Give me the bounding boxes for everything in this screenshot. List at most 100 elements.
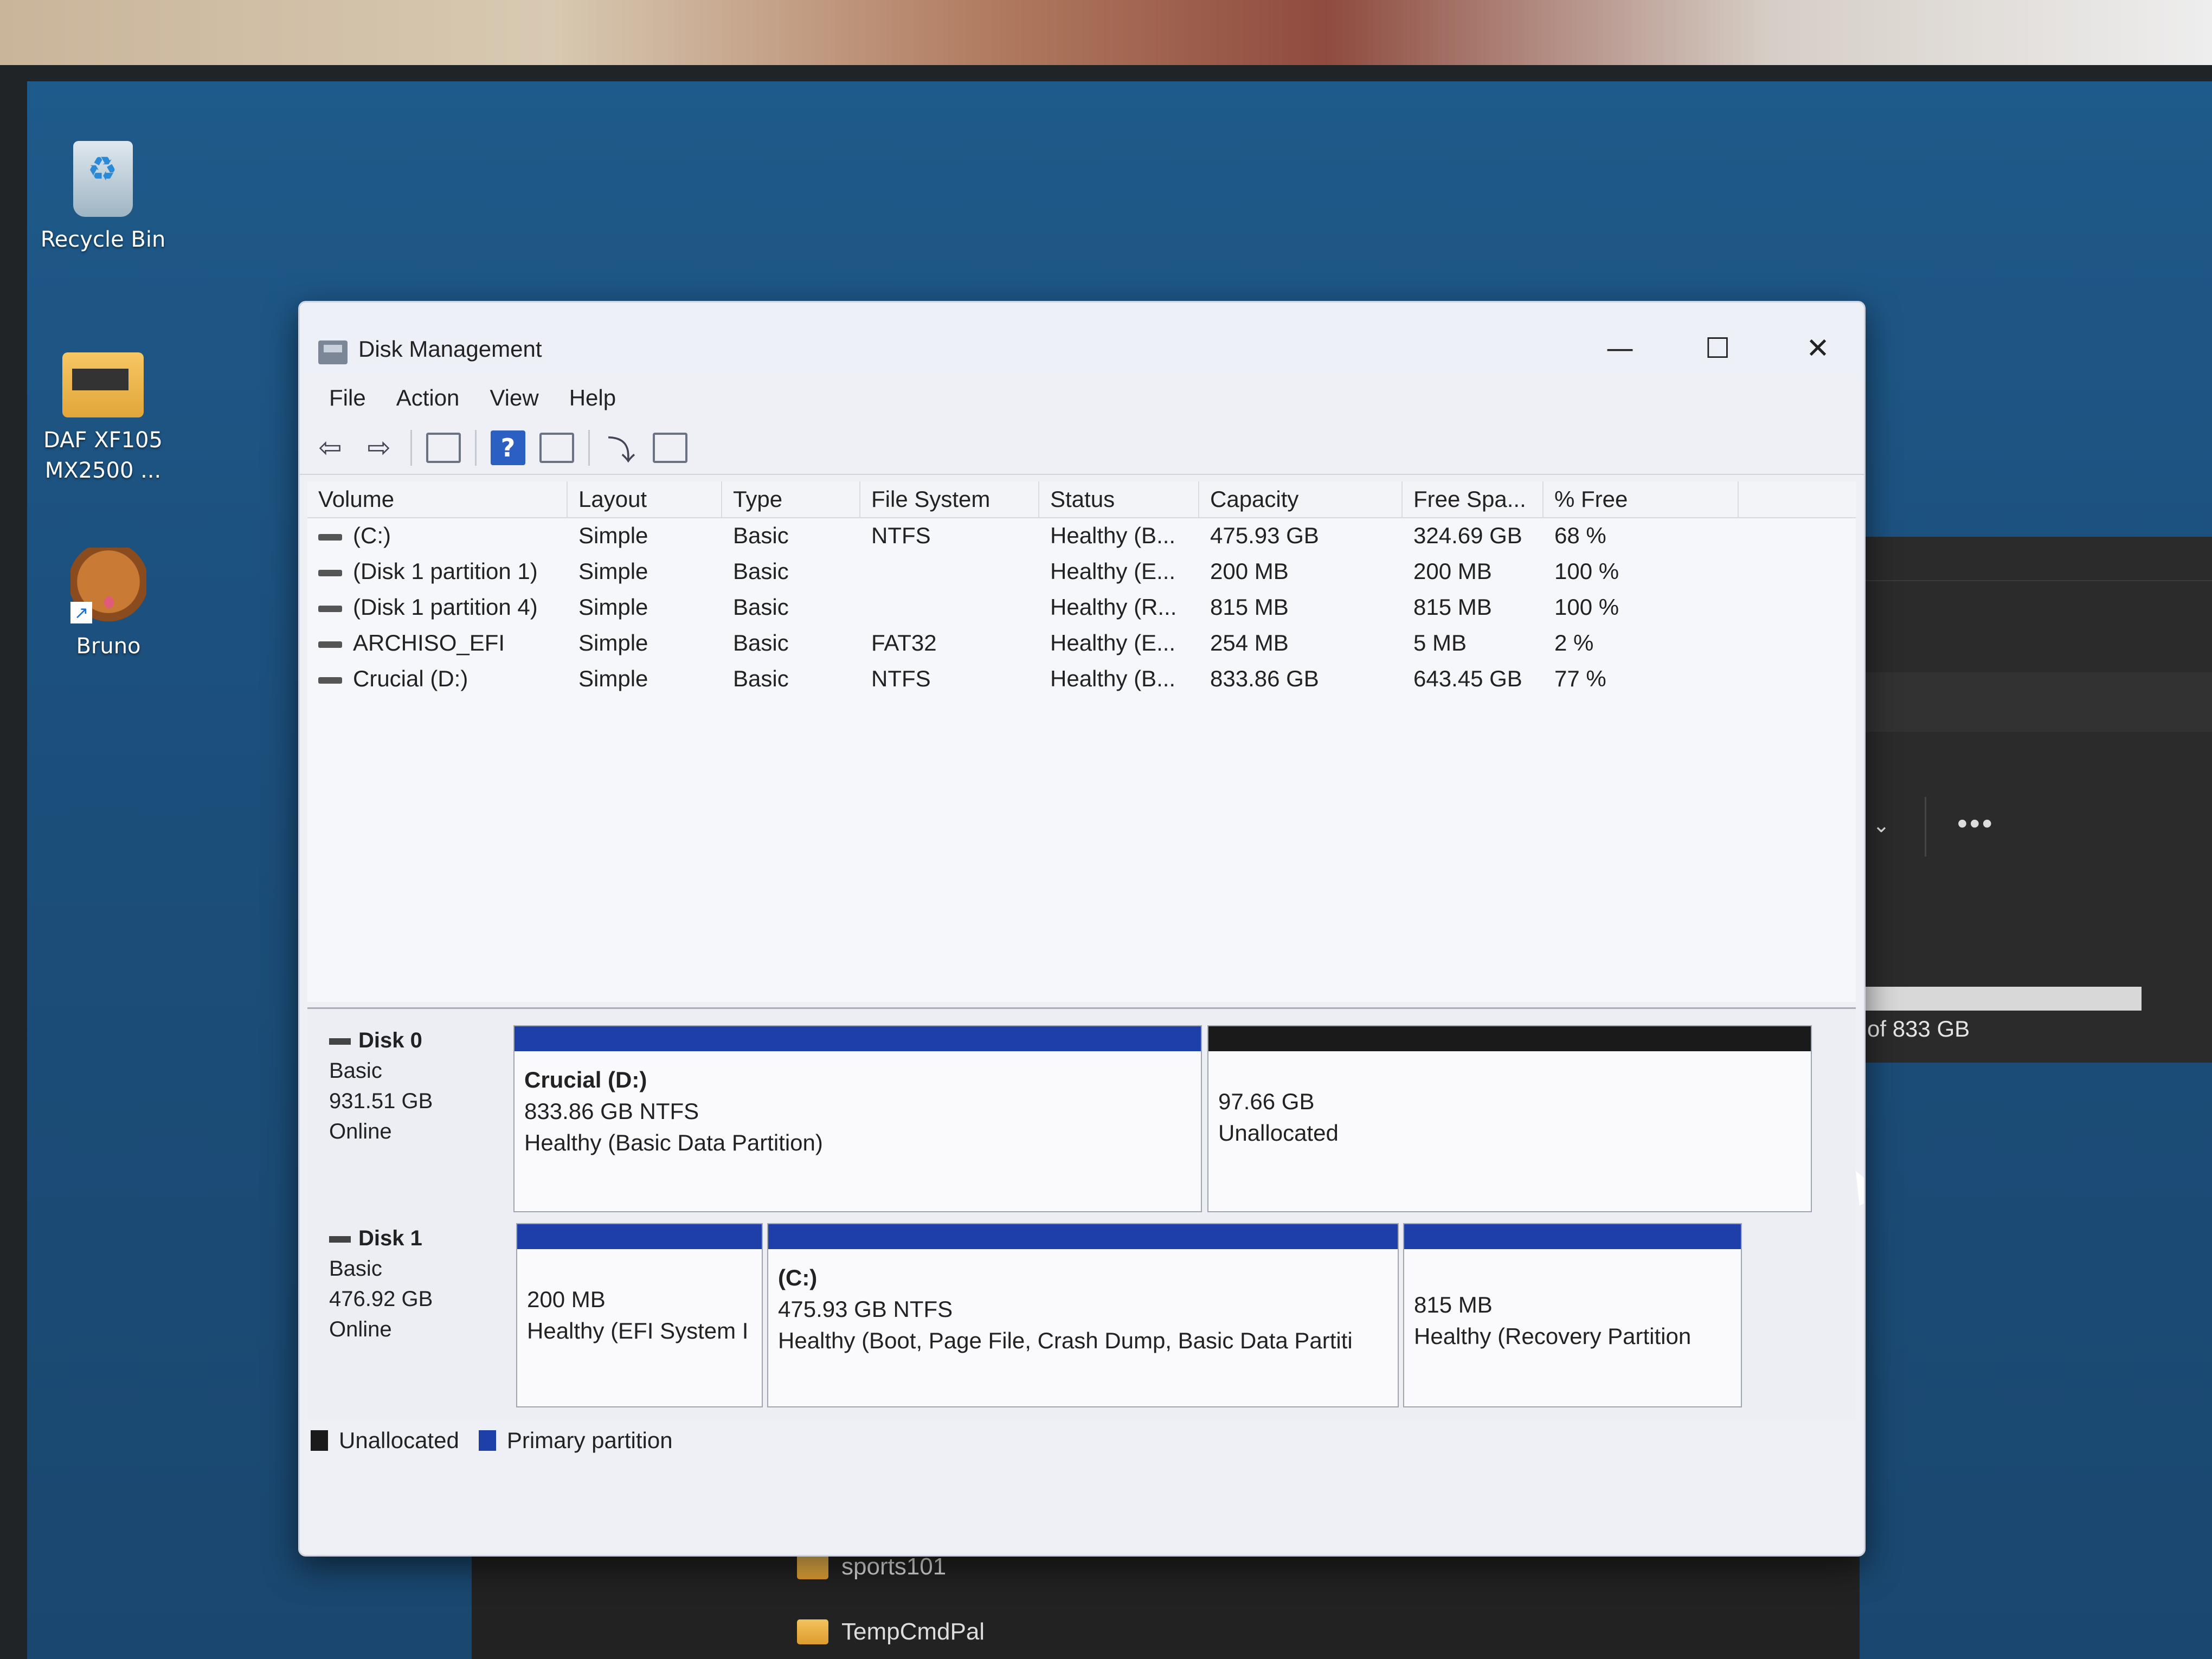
explorer-item-tempcmdpal[interactable]: TempCmdPal	[797, 1618, 985, 1645]
column-header-capacity[interactable]: Capacity	[1199, 481, 1403, 517]
cell-status: Healthy (E...	[1050, 558, 1176, 584]
cell-status: Healthy (R...	[1050, 594, 1177, 620]
volume-name: Crucial (D:)	[353, 666, 468, 691]
forward-arrow-icon[interactable]: ⇨	[362, 430, 396, 465]
cell-layout: Simple	[578, 523, 648, 548]
cell-percent-free: 100 %	[1554, 594, 1619, 620]
column-header-free-space[interactable]: Free Spa...	[1403, 481, 1544, 517]
menu-file[interactable]: File	[319, 378, 376, 421]
partition-bar-unallocated	[1208, 1026, 1811, 1051]
menu-action[interactable]: Action	[387, 378, 470, 421]
cell-file-system	[860, 554, 1039, 589]
column-header-layout[interactable]: Layout	[568, 481, 722, 517]
console-tree-icon[interactable]	[426, 433, 461, 463]
disk-1-info[interactable]: Disk 1 Basic 476.92 GB Online	[313, 1223, 513, 1345]
partition-efi[interactable]: 200 MB Healthy (EFI System I	[516, 1223, 763, 1407]
volume-name: (Disk 1 partition 1)	[353, 558, 538, 584]
cell-free-space: 324.69 GB	[1413, 523, 1522, 548]
cell-status: Healthy (B...	[1050, 666, 1176, 691]
desktop-icon-label: DAF XF105 MX2500 ...	[43, 428, 163, 483]
folder-icon	[797, 1619, 828, 1644]
menu-bar: File Action View Help	[300, 378, 1864, 421]
cell-type: Basic	[733, 630, 789, 655]
cell-volume: Crucial (D:)	[307, 661, 568, 696]
title-bar[interactable]: Disk Management — ☐ ✕	[300, 303, 1864, 378]
partition-size: 97.66 GB	[1218, 1089, 1315, 1114]
disk-size: 931.51 GB	[329, 1089, 433, 1113]
disk-name: Disk 1	[358, 1226, 422, 1250]
disk-state: Online	[329, 1317, 392, 1341]
partition-recovery[interactable]: 815 MB Healthy (Recovery Partition	[1403, 1223, 1742, 1407]
rescan-icon[interactable]: ⤵	[604, 430, 639, 467]
cell-volume: (Disk 1 partition 1)	[307, 554, 568, 589]
volume-icon	[318, 677, 342, 684]
legend-label-unallocated: Unallocated	[339, 1427, 459, 1453]
cell-file-system	[860, 590, 1039, 625]
background-app-window	[1854, 537, 2212, 1063]
column-header-file-system[interactable]: File System	[860, 481, 1039, 517]
folder-icon	[797, 1554, 828, 1579]
cell-percent-free: 68 %	[1554, 523, 1606, 548]
cell-layout: Simple	[578, 630, 648, 655]
menu-help[interactable]: Help	[560, 378, 626, 421]
volume-name: (C:)	[353, 523, 391, 548]
storage-progress-bar	[1860, 987, 2142, 1011]
panel-band	[1854, 672, 2212, 732]
help-icon[interactable]: ?	[491, 430, 525, 465]
toolbar-separator	[475, 430, 477, 466]
desktop-icon-label: Recycle Bin	[40, 227, 166, 252]
minimize-button[interactable]: —	[1582, 324, 1658, 373]
disk-icon	[329, 1038, 351, 1045]
back-arrow-icon[interactable]: ⇦	[313, 430, 348, 465]
divider	[1854, 580, 2212, 581]
explorer-background	[472, 1540, 1860, 1659]
partition-status: Healthy (Recovery Partition	[1414, 1323, 1692, 1349]
cell-type: Basic	[733, 594, 789, 620]
disk-management-window: Disk Management — ☐ ✕ File Action View H…	[298, 301, 1866, 1557]
toolbar: ⇦ ⇨ ? ⤵	[300, 422, 1864, 475]
cell-layout: Simple	[578, 594, 648, 620]
partition-c[interactable]: (C:) 475.93 GB NTFS Healthy (Boot, Page …	[767, 1223, 1399, 1407]
volume-name: ARCHISO_EFI	[353, 630, 505, 655]
desktop-icon-daf-folder[interactable]: DAF XF105 MX2500 ...	[33, 352, 173, 486]
desktop-icon-bruno[interactable]: ↗ Bruno	[38, 548, 179, 661]
properties-icon[interactable]	[653, 433, 687, 463]
desktop-icon-recycle-bin[interactable]: Recycle Bin	[33, 141, 173, 255]
cell-volume: (C:)	[307, 518, 568, 553]
chevron-down-icon[interactable]: ⌄	[1873, 813, 1890, 838]
column-header-status[interactable]: Status	[1039, 481, 1199, 517]
volume-name: (Disk 1 partition 4)	[353, 594, 538, 620]
disk-state: Online	[329, 1120, 392, 1143]
divider	[1925, 797, 1926, 857]
partition-status: Unallocated	[1218, 1120, 1339, 1146]
partition-size: 475.93 GB NTFS	[778, 1296, 953, 1322]
disk-0-info[interactable]: Disk 0 Basic 931.51 GB Online	[313, 1025, 513, 1147]
explorer-item-sports101[interactable]: sports101	[797, 1553, 946, 1580]
desktop-icon-label: Bruno	[76, 634, 141, 659]
table-row[interactable]: (Disk 1 partition 4) Simple Basic Healthy (…	[307, 590, 1856, 625]
partition-bar-primary	[517, 1224, 762, 1249]
cell-volume: ARCHISO_EFI	[307, 626, 568, 660]
disk-map: Disk 0 Basic 931.51 GB Online Crucial (D…	[307, 1007, 1856, 1421]
disk-size: 476.92 GB	[329, 1287, 433, 1311]
table-row[interactable]: (C:) Simple Basic NTFS Healthy (B... 475.93 G…	[307, 518, 1856, 553]
close-button[interactable]: ✕	[1780, 324, 1856, 373]
table-row[interactable]: ARCHISO_EFI Simple Basic FAT32 Healthy (E...…	[307, 626, 1856, 660]
table-row[interactable]: (Disk 1 partition 1) Simple Basic Healthy (…	[307, 554, 1856, 589]
more-options-button[interactable]: •••	[1957, 807, 1995, 840]
column-header-volume[interactable]: Volume	[307, 481, 568, 517]
partition-unallocated[interactable]: 97.66 GB Unallocated	[1207, 1025, 1812, 1212]
column-header-type[interactable]: Type	[722, 481, 860, 517]
column-header-percent-free[interactable]: % Free	[1544, 481, 1739, 517]
window-title: Disk Management	[358, 336, 542, 362]
recycle-bin-icon	[73, 141, 133, 217]
cell-capacity: 475.93 GB	[1210, 523, 1319, 548]
table-row[interactable]: Crucial (D:) Simple Basic NTFS Healthy (B...…	[307, 661, 1856, 696]
partition-size: 833.86 GB NTFS	[524, 1098, 699, 1124]
menu-view[interactable]: View	[480, 378, 548, 421]
maximize-button[interactable]: ☐	[1680, 324, 1756, 373]
partition-crucial-d[interactable]: Crucial (D:) 833.86 GB NTFS Healthy (Bas…	[513, 1025, 1202, 1212]
partition-status: Healthy (Basic Data Partition)	[524, 1130, 823, 1155]
show-hide-icon[interactable]	[539, 433, 574, 463]
partition-name: (C:)	[778, 1265, 818, 1290]
